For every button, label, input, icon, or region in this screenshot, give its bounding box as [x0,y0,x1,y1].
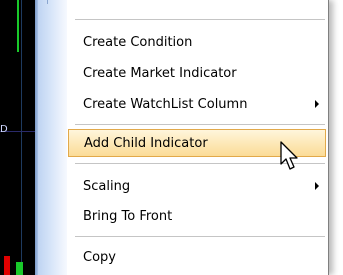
menu-item-label: Scaling [83,178,131,194]
menu-separator [75,236,325,237]
chart-grid-line [21,0,22,275]
menu-item-label: Add Child Indicator [84,135,208,151]
menu-separator [75,124,325,125]
chevron-right-icon [315,100,319,108]
menu-item-label: Create Market Indicator [83,65,237,81]
context-menu: Create Condition Create Market Indicator… [35,0,329,275]
menu-item-label: Bring To Front [83,208,173,224]
chart-price-line [17,0,19,52]
menu-item-label: Copy [83,249,116,265]
menu-item-label: Create Condition [83,34,193,50]
menu-item-scaling[interactable]: Scaling [69,172,325,200]
menu-gutter-tick [47,0,48,4]
chevron-right-icon [315,182,319,190]
menu-item-label: Create WatchList Column [83,96,248,112]
menu-item-create-condition[interactable]: Create Condition [69,28,325,56]
menu-item-create-market-indicator[interactable]: Create Market Indicator [69,59,325,87]
menu-separator [75,19,325,20]
mouse-pointer-icon [280,141,298,170]
background-chart: D [0,0,40,275]
menu-item-copy[interactable]: Copy [69,243,325,271]
chart-axis-label: D [0,124,8,135]
chart-volume-bar [16,262,23,275]
menu-icon-gutter [35,0,67,275]
chart-volume-bar [4,256,10,275]
menu-item-create-watchlist-column[interactable]: Create WatchList Column [69,90,325,118]
menu-item-bring-to-front[interactable]: Bring To Front [69,202,325,230]
menu-gutter-edge [35,0,38,275]
